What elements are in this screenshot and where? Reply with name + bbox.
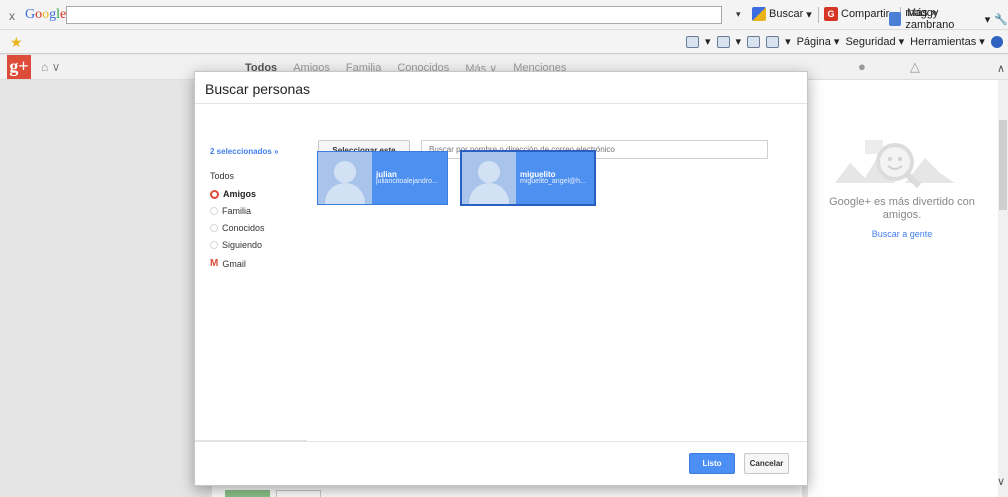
- cancel-button[interactable]: Cancelar: [744, 453, 789, 474]
- circle-label: Familia: [222, 206, 252, 216]
- circle-filter-amigos[interactable]: Amigos: [210, 189, 256, 199]
- circle-filter-all-label: Todos: [210, 171, 235, 181]
- herramientas-menu[interactable]: Herramientas ▾: [910, 35, 985, 48]
- circle-filter-siguiendo[interactable]: Siguiendo: [210, 240, 262, 250]
- feeds-dropdown-icon[interactable]: ▾: [736, 35, 742, 48]
- seguridad-menu[interactable]: Seguridad ▾: [845, 35, 904, 48]
- person-email: juliancitoalejandro...: [376, 178, 438, 185]
- google-logo: Google: [25, 7, 67, 22]
- browser-command-bar: ★ ▾ ▾ ▾ Página ▾ Seguridad ▾ Herramienta…: [0, 30, 1008, 54]
- person-card-miguelito[interactable]: miguelito miguelito_angel@h...: [461, 151, 595, 205]
- divider: [195, 103, 807, 104]
- google-search-icon: [752, 7, 766, 21]
- google-toolbar: x Google ▾ Buscar ▾ G Compartir Más »: [0, 0, 1008, 30]
- compartir-label: Compartir: [841, 8, 890, 20]
- friends-illustration-icon: [835, 140, 955, 188]
- empty-friends-message: Google+ es más divertido con amigos.: [829, 196, 975, 221]
- selected-count-link[interactable]: 2 seleccionados »: [210, 147, 278, 156]
- search-dropdown-icon[interactable]: ▾: [736, 9, 741, 20]
- dialog-title: Buscar personas: [205, 81, 311, 97]
- avatar: [462, 152, 516, 204]
- person-card-julian[interactable]: julian juliancitoalejandro...: [317, 151, 448, 205]
- toolbar-divider: [818, 7, 819, 23]
- circle-label: Conocidos: [222, 223, 265, 233]
- pagina-menu[interactable]: Página ▾: [797, 35, 840, 48]
- find-people-link[interactable]: Buscar a gente: [812, 229, 992, 239]
- search-people-dialog: Buscar personas 2 seleccionados » Todos …: [194, 71, 808, 486]
- scroll-down-icon[interactable]: ∨: [997, 475, 1005, 488]
- user-dropdown-icon: ▾: [984, 13, 991, 26]
- print-dropdown-icon[interactable]: ▾: [785, 35, 791, 48]
- home-dropdown-icon[interactable]: ⌂ ∨: [41, 60, 60, 74]
- divider: [195, 440, 307, 442]
- gplus-logo[interactable]: g+: [7, 55, 31, 79]
- mail-icon[interactable]: [747, 35, 761, 48]
- circle-icon: [210, 241, 218, 249]
- buscar-label: Buscar: [769, 8, 804, 20]
- share-box-icon[interactable]: △: [910, 59, 920, 75]
- background-green-button: [225, 490, 270, 497]
- circle-icon: [210, 224, 218, 232]
- command-buttons: ▾ ▾ ▾ Página ▾ Seguridad ▾ Herramientas …: [686, 35, 1003, 48]
- user-name: maggy zambrano: [905, 7, 955, 31]
- circle-icon: [210, 189, 219, 199]
- toolbar-search-input[interactable]: [66, 6, 722, 24]
- user-avatar-icon: [889, 12, 902, 26]
- scrollbar-thumb[interactable]: [999, 120, 1007, 210]
- circle-filter-all[interactable]: Todos: [210, 171, 234, 181]
- share-icon: G: [824, 7, 838, 21]
- person-email: miguelito_angel@h...: [520, 178, 586, 185]
- gmail-icon: M: [210, 258, 219, 269]
- gplus-right-icons: ● △: [858, 59, 920, 75]
- compartir-button[interactable]: G Compartir: [824, 7, 889, 21]
- gmail-label: Gmail: [222, 258, 246, 269]
- buscar-dropdown-icon: ▾: [806, 8, 812, 21]
- scroll-up-icon[interactable]: ∧: [997, 62, 1005, 75]
- circle-filter-gmail[interactable]: M Gmail: [210, 258, 246, 269]
- circle-filter-conocidos[interactable]: Conocidos: [210, 223, 265, 233]
- print-icon[interactable]: [766, 35, 780, 48]
- circle-filter-familia[interactable]: Familia: [210, 206, 251, 216]
- circle-icon: [210, 207, 218, 215]
- buscar-button[interactable]: Buscar ▾: [752, 7, 812, 21]
- circle-label: Siguiendo: [222, 240, 263, 250]
- circle-label: Amigos: [223, 189, 257, 199]
- close-toolbar-icon[interactable]: x: [9, 9, 15, 23]
- done-button[interactable]: Listo: [689, 453, 735, 474]
- user-menu[interactable]: maggy zambrano ▾ 🔧: [889, 7, 1008, 31]
- favorites-star-icon[interactable]: ★: [10, 34, 23, 51]
- help-icon[interactable]: [990, 35, 1003, 48]
- home-icon[interactable]: [686, 35, 699, 48]
- feeds-icon[interactable]: [716, 35, 730, 48]
- notifications-icon[interactable]: ●: [858, 59, 866, 75]
- home-dropdown-icon[interactable]: ▾: [705, 35, 711, 48]
- avatar: [318, 152, 372, 204]
- background-button: [276, 490, 321, 497]
- wrench-icon[interactable]: 🔧: [994, 13, 1008, 26]
